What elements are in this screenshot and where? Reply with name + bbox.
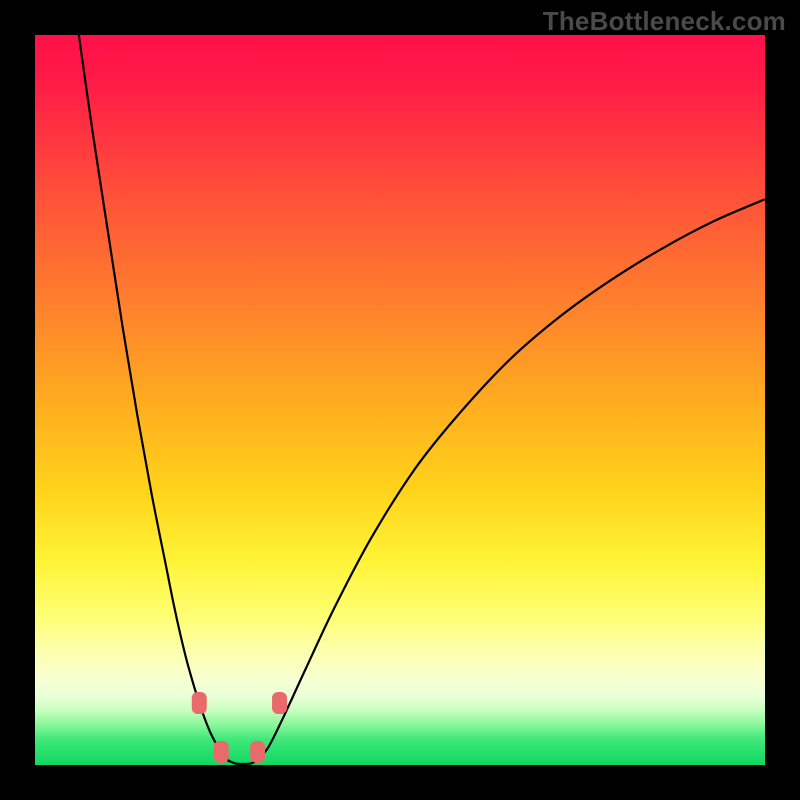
curve-marker — [272, 692, 287, 714]
plot-area — [35, 35, 765, 765]
curve-marker — [214, 741, 229, 763]
watermark-text: TheBottleneck.com — [543, 6, 786, 37]
gradient-background — [35, 35, 765, 765]
curve-marker — [250, 741, 265, 763]
plot-svg — [35, 35, 765, 765]
chart-frame: TheBottleneck.com — [0, 0, 800, 800]
curve-marker — [192, 692, 207, 714]
